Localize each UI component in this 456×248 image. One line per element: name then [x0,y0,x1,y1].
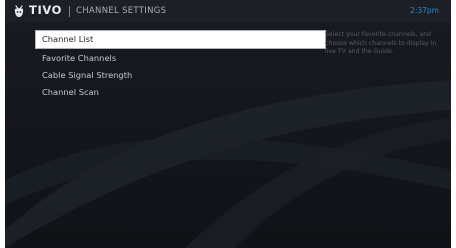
menu-item-channel-list[interactable]: Channel List [35,30,326,49]
page-title: CHANNEL SETTINGS [76,5,167,16]
clock: 2:37pm [410,6,439,15]
header-divider [69,5,70,17]
brand-name: TIVO [29,3,62,18]
header-bar: TIVO CHANNEL SETTINGS 2:37pm [5,0,451,22]
menu-item-channel-scan[interactable]: Channel Scan [36,84,325,101]
tivo-logo-icon [14,4,24,18]
tv-screen: TIVO CHANNEL SETTINGS 2:37pm Channel Lis… [5,0,451,248]
menu-item-cable-signal-strength[interactable]: Cable Signal Strength [36,67,325,84]
menu-item-favorite-channels[interactable]: Favorite Channels [36,50,325,67]
item-description: Select your favorite channels, and choos… [325,31,437,55]
settings-menu: Channel List Favorite Channels Cable Sig… [35,30,326,101]
